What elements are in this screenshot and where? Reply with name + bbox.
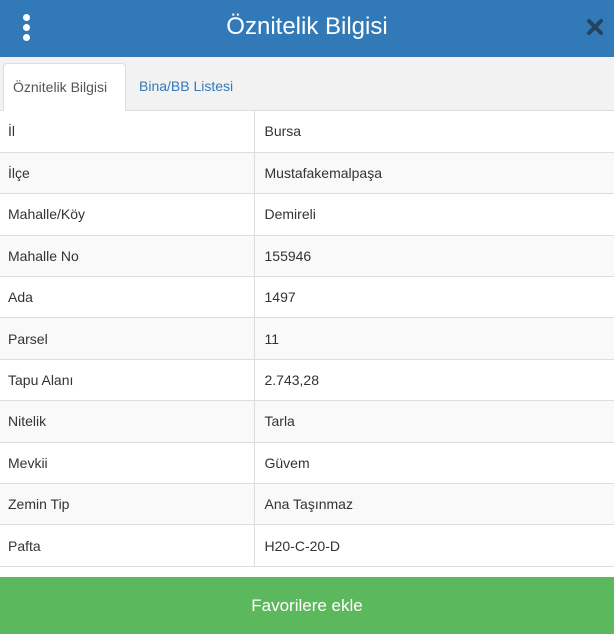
attribute-key: Parsel	[0, 317, 255, 360]
table-row: Nitelik Tarla	[0, 400, 614, 443]
attribute-value: Mustafakemalpaşa	[254, 152, 614, 195]
attribute-value: 1497	[254, 276, 614, 319]
table-row: İlçe Mustafakemalpaşa	[0, 152, 614, 195]
attribute-table: İl Bursa İlçe Mustafakemalpaşa Mahalle/K…	[0, 111, 614, 567]
attribute-value: Demireli	[254, 193, 614, 236]
attribute-key: İlçe	[0, 152, 255, 195]
attribute-value: 155946	[254, 235, 614, 278]
attribute-value: Bursa	[254, 111, 614, 153]
tab-bina-bb-listesi[interactable]: Bina/BB Listesi	[130, 63, 242, 110]
table-row: Mahalle/Köy Demireli	[0, 193, 614, 236]
table-row: Pafta H20-C-20-D	[0, 524, 614, 567]
close-icon[interactable]	[584, 16, 606, 38]
attribute-key: Mahalle No	[0, 235, 255, 278]
attribute-value: 2.743,28	[254, 359, 614, 402]
attribute-key: İl	[0, 111, 255, 153]
attribute-value: H20-C-20-D	[254, 524, 614, 567]
table-row: Parsel 11	[0, 317, 614, 360]
attribute-value: 11	[254, 317, 614, 360]
attribute-key: Ada	[0, 276, 255, 319]
attribute-value: Ana Taşınmaz	[254, 483, 614, 526]
add-to-favorites-button[interactable]: Favorilere ekle	[0, 577, 614, 634]
table-row: Tapu Alanı 2.743,28	[0, 359, 614, 402]
attribute-key: Mevkii	[0, 442, 255, 485]
attribute-key: Mahalle/Köy	[0, 193, 255, 236]
tab-bar: Öznitelik Bilgisi Bina/BB Listesi	[0, 57, 614, 111]
tab-oznitelik-bilgisi[interactable]: Öznitelik Bilgisi	[3, 63, 126, 111]
page-title: Öznitelik Bilgisi	[226, 13, 388, 40]
attribute-key: Tapu Alanı	[0, 359, 255, 402]
table-row: İl Bursa	[0, 111, 614, 153]
attribute-key: Nitelik	[0, 400, 255, 443]
attribute-key: Pafta	[0, 524, 255, 567]
attribute-value: Güvem	[254, 442, 614, 485]
header-bar: Öznitelik Bilgisi	[0, 0, 614, 57]
table-row: Zemin Tip Ana Taşınmaz	[0, 483, 614, 526]
table-row: Mevkii Güvem	[0, 442, 614, 485]
attribute-key: Zemin Tip	[0, 483, 255, 526]
attribute-value: Tarla	[254, 400, 614, 443]
table-row: Mahalle No 155946	[0, 235, 614, 278]
table-row: Ada 1497	[0, 276, 614, 319]
